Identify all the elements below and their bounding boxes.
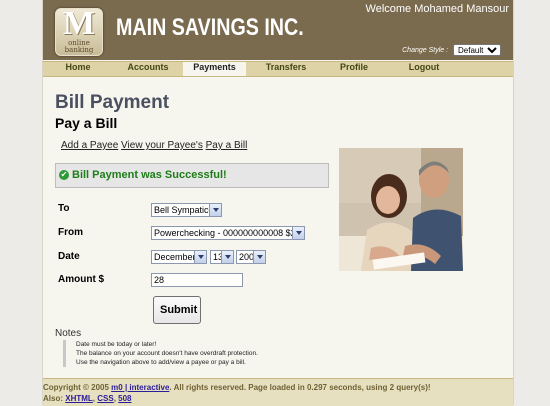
xhtml-link[interactable]: XHTML [65, 394, 93, 403]
to-select-value: Bell Sympatico [154, 205, 214, 215]
welcome-message: Welcome Mohamed Mansour [365, 3, 509, 15]
notes-list: Date must be today or later! The balance… [63, 340, 258, 367]
style-select[interactable]: Default [453, 44, 501, 56]
nav-home[interactable]: Home [49, 62, 107, 76]
also-label: Also: [43, 394, 63, 403]
chevron-down-icon [253, 251, 265, 263]
header: M online banking MAIN SAVINGS INC. Welco… [43, 0, 513, 60]
page: M online banking MAIN SAVINGS INC. Welco… [42, 0, 514, 406]
success-alert: ✔ Bill Payment was Successful! [55, 163, 329, 188]
link-view-payees[interactable]: View your Payee's [121, 140, 203, 151]
to-label: To [58, 203, 70, 214]
note-item: The balance on your account doesn't have… [76, 350, 258, 357]
note-item: Date must be today or later! [76, 341, 157, 348]
from-label: From [58, 227, 83, 238]
nav-logout[interactable]: Logout [399, 62, 449, 76]
style-switcher-label: Change Style : [402, 46, 449, 54]
link-pay-bill[interactable]: Pay a Bill [206, 140, 248, 151]
submit-button[interactable]: Submit [153, 296, 201, 324]
chevron-down-icon [221, 251, 233, 263]
customers-photo [339, 148, 463, 271]
success-message: Bill Payment was Successful! [72, 169, 227, 181]
payment-links: Add a Payee View your Payee's Pay a Bill [61, 140, 247, 151]
from-select-value: Powerchecking - 000000000008 $2.5 [154, 228, 304, 238]
508-link[interactable]: 508 [118, 394, 131, 403]
nav-payments[interactable]: Payments [183, 62, 246, 76]
logo-subtitle-line-2: banking [64, 46, 94, 54]
checkmark-icon: ✔ [59, 170, 69, 180]
link-add-payee[interactable]: Add a Payee [61, 140, 118, 151]
style-switcher: Change Style : Default [402, 44, 501, 56]
chevron-down-icon [292, 227, 304, 239]
logo: M online banking [55, 5, 103, 56]
logo-letter: M [62, 5, 96, 42]
amount-input[interactable] [151, 273, 243, 287]
also-line: Also: XHTML, CSS, 508 [43, 394, 132, 403]
notes-title: Notes [55, 328, 82, 339]
brand-name: MAIN SAVINGS INC. [116, 14, 304, 41]
to-select[interactable]: Bell Sympatico [151, 203, 222, 217]
copyright-prefix: Copyright © 2005 [43, 383, 109, 392]
main-nav: Home Accounts Payments Transfers Profile… [43, 61, 513, 77]
date-month-value: December [154, 252, 196, 262]
nav-accounts[interactable]: Accounts [119, 62, 177, 76]
nav-transfers[interactable]: Transfers [255, 62, 317, 76]
page-subtitle: Pay a Bill [55, 115, 118, 131]
amount-label: Amount $ [58, 274, 105, 285]
note-item: Use the navigation above to add/view a p… [76, 359, 246, 366]
chevron-down-icon [209, 204, 221, 216]
date-month-select[interactable]: December [151, 250, 207, 264]
m0-interactive-link[interactable]: m0 | interactive [111, 383, 169, 392]
date-year-select[interactable]: 2005 [236, 250, 266, 264]
copyright-suffix: . All rights reserved. Page loaded in 0.… [169, 383, 431, 392]
page-title: Bill Payment [55, 92, 170, 113]
from-select[interactable]: Powerchecking - 000000000008 $2.5 [151, 226, 305, 240]
footer: Copyright © 2005 m0 | interactive. All r… [43, 378, 513, 406]
date-day-select[interactable]: 13 [210, 250, 234, 264]
chevron-down-icon [194, 251, 206, 263]
css-link[interactable]: CSS [97, 394, 113, 403]
date-label: Date [58, 251, 80, 262]
copyright-line: Copyright © 2005 m0 | interactive. All r… [43, 383, 431, 392]
nav-profile[interactable]: Profile [329, 62, 379, 76]
